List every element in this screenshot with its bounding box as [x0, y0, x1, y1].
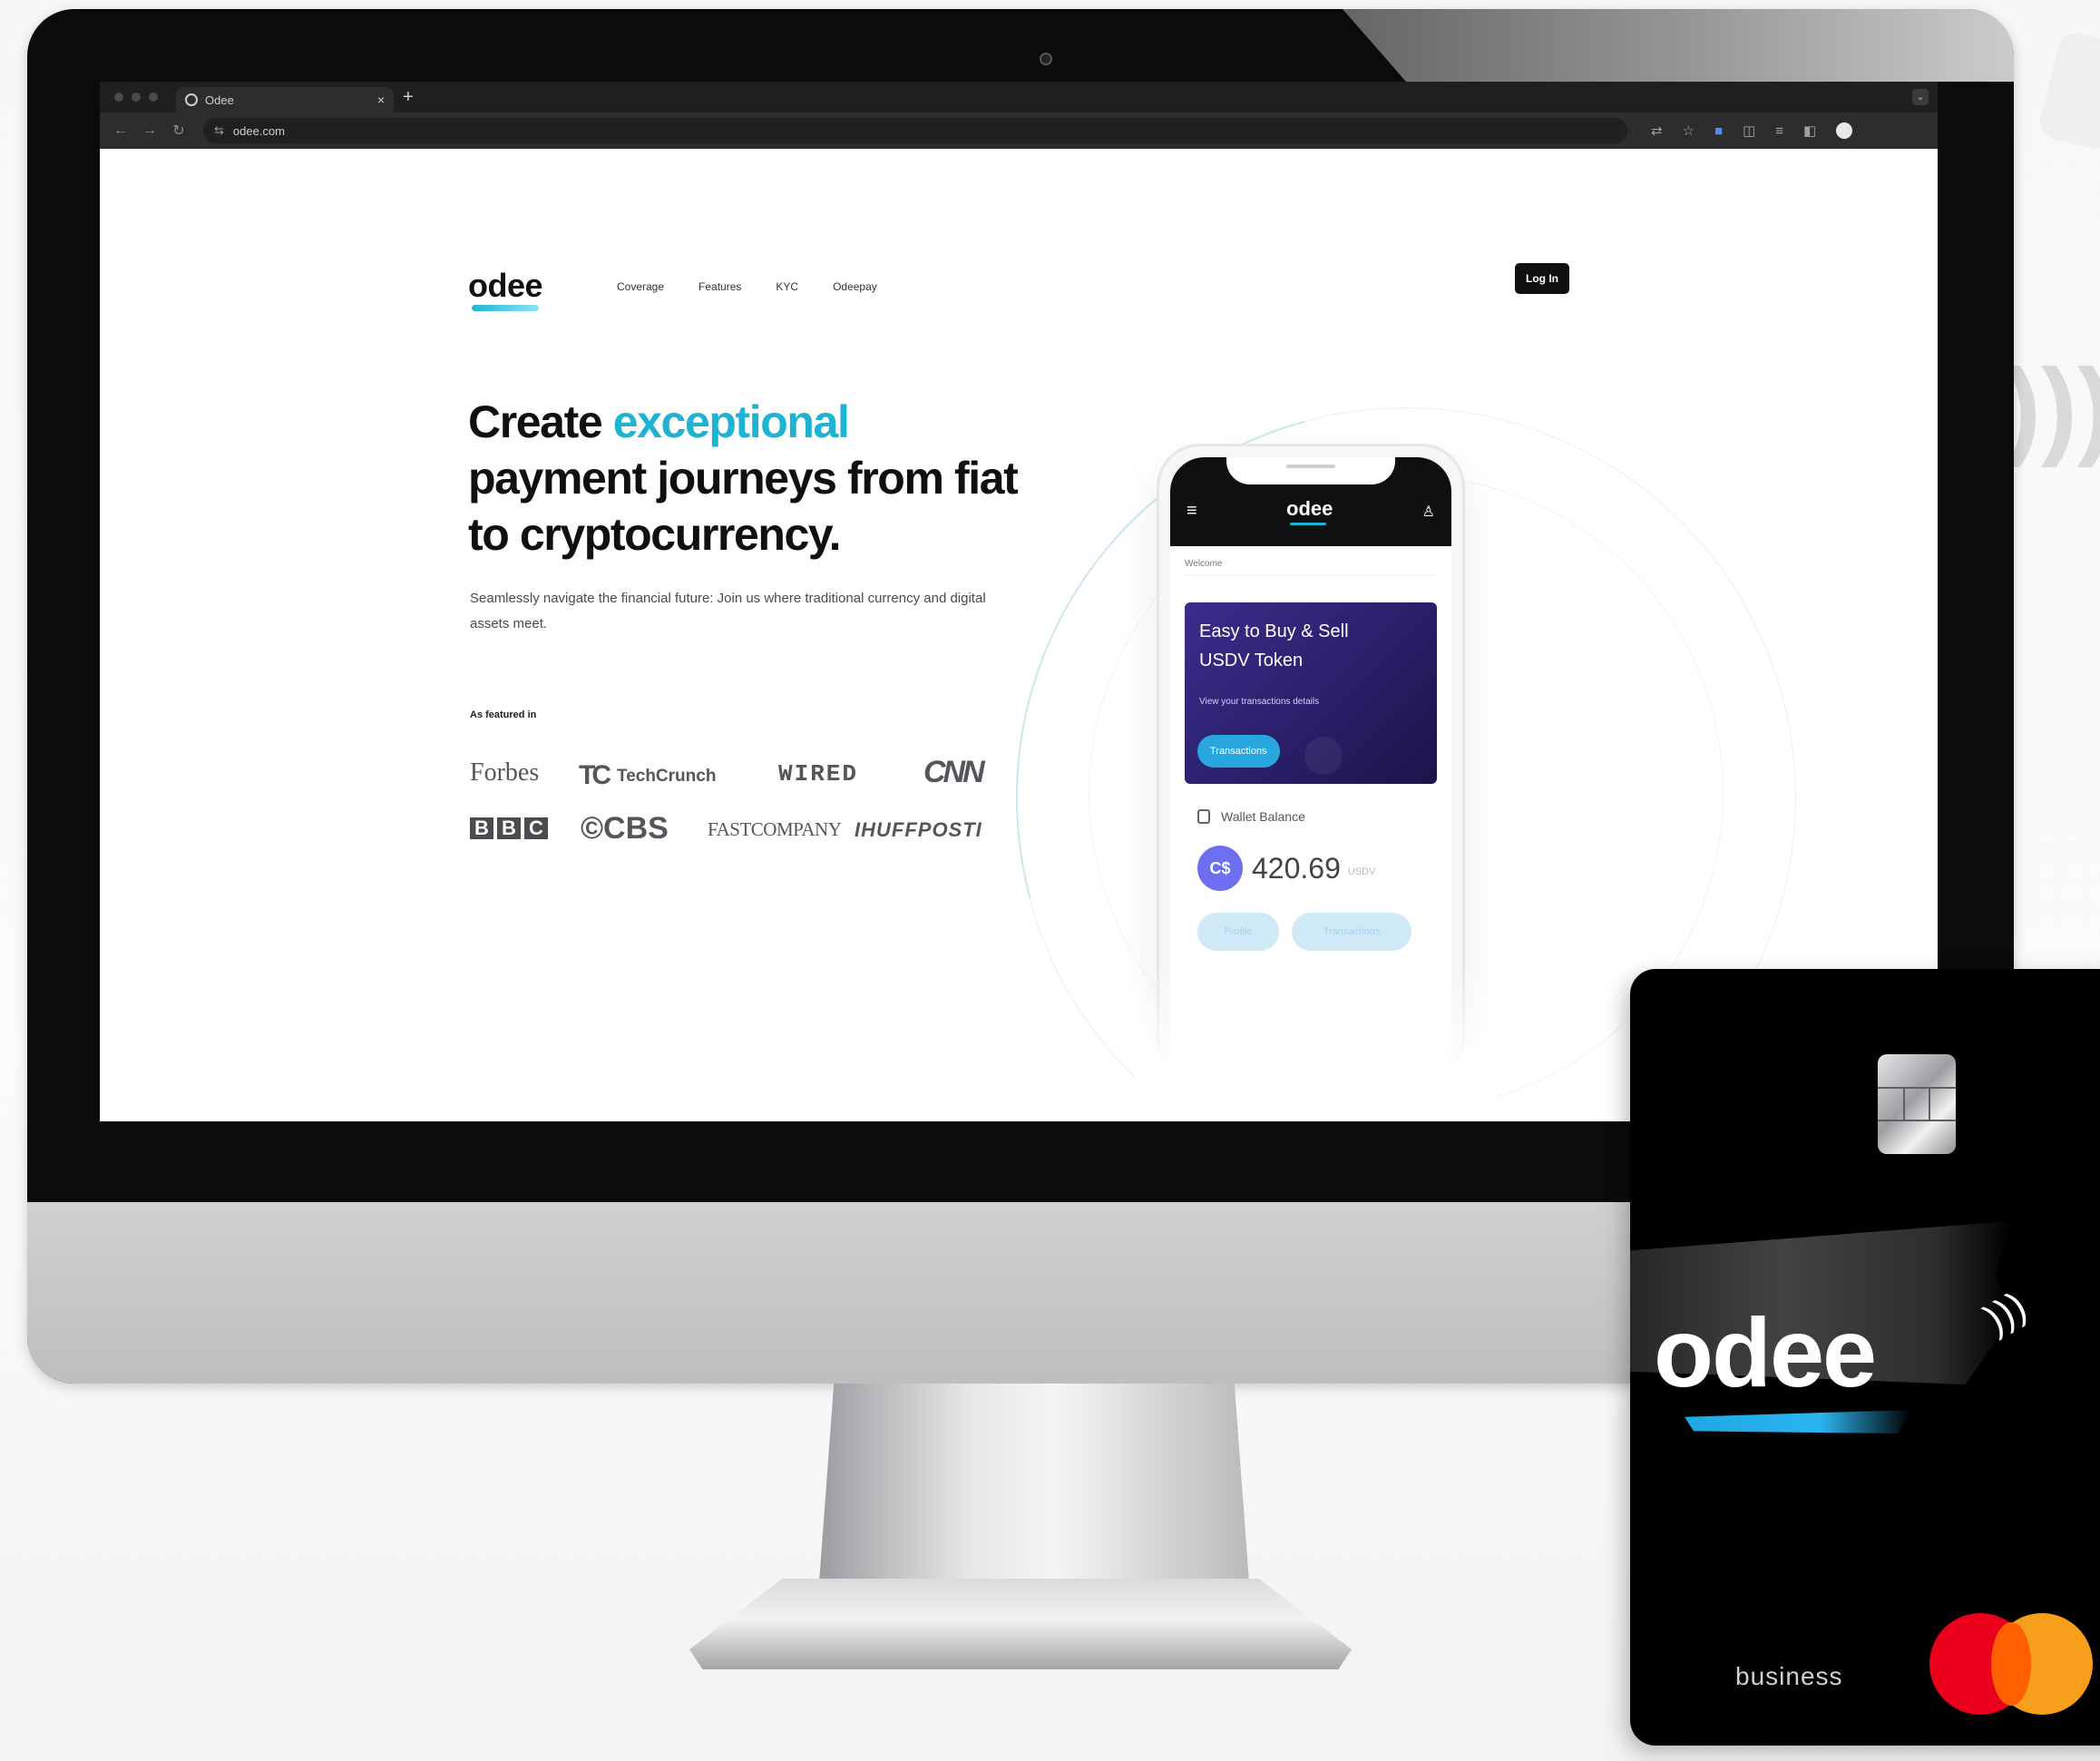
bookmark-star-icon[interactable]: ☆ — [1683, 122, 1695, 139]
camera — [1040, 53, 1052, 65]
imac-stand-base — [689, 1579, 1352, 1669]
tab-title: Odee — [205, 93, 234, 107]
phone-speaker — [1286, 465, 1335, 468]
cbs-logo: ©CBS — [581, 811, 669, 846]
featured-label: As featured in — [470, 709, 537, 720]
address-bar[interactable]: ⇆ odee.com — [203, 118, 1627, 143]
wallet-icon — [1197, 809, 1210, 824]
techcrunch-wordmark: TechCrunch — [617, 767, 717, 786]
bbc-letter: B — [497, 817, 521, 839]
minimize-window-dot[interactable] — [132, 93, 141, 102]
screen-glare — [1343, 9, 2014, 82]
window-controls — [114, 93, 158, 102]
balance-amount: 420.69 — [1252, 851, 1341, 885]
logo-swoosh — [472, 305, 539, 311]
reload-icon[interactable]: ↻ — [171, 122, 187, 140]
chip-line — [1929, 1087, 1930, 1121]
forward-arrow-icon[interactable]: → — [142, 122, 158, 139]
browser-tab[interactable]: Odee × — [176, 87, 394, 113]
reading-list-icon[interactable]: ≡ — [1775, 123, 1783, 139]
browser-window: Odee × + ⌄ ← → ↻ ⇆ odee.com ⇄ ☆ ■ ◫ ≡ ◧ … — [100, 82, 1938, 1121]
transactions-button[interactable]: Transactions — [1292, 913, 1411, 951]
close-window-dot[interactable] — [114, 93, 123, 102]
phone-logo: odee — [1286, 497, 1333, 520]
techcrunch-mark: TC — [579, 760, 611, 790]
promo-title-line2: USDV Token — [1199, 651, 1304, 670]
phone-notch — [1226, 457, 1395, 484]
tab-search-icon[interactable]: ⌄ — [1912, 89, 1929, 105]
chip-line — [1878, 1120, 1956, 1121]
hero-title-accent: exceptional — [612, 396, 850, 447]
promo-title: Easy to Buy & Sell USDV Token — [1199, 617, 1349, 675]
toolbar-icons: ⇄ ☆ ■ ◫ ≡ ◧ — [1651, 122, 1853, 139]
cnn-logo: CNN — [923, 755, 985, 789]
profile-button[interactable]: Profile — [1197, 913, 1279, 951]
nav-odeepay[interactable]: Odeepay — [833, 280, 877, 293]
hero-title: Create exceptional payment journeys from… — [468, 394, 1030, 563]
bbc-logo: B B C — [470, 817, 548, 839]
extension-icon[interactable]: ■ — [1714, 123, 1723, 139]
payment-card: odee ))) business — [1630, 969, 2100, 1746]
balance-unit: USDV — [1347, 866, 1376, 877]
decorative-shape — [2036, 29, 2100, 152]
back-arrow-icon[interactable]: ← — [112, 122, 129, 139]
hero-title-part1: Create — [468, 396, 613, 447]
huffpost-logo: IHUFFPOSTI — [855, 818, 982, 841]
nav-kyc[interactable]: KYC — [776, 280, 798, 293]
phone-header: ≡ odee ♙ — [1170, 457, 1451, 546]
hamburger-menu-icon[interactable]: ≡ — [1187, 501, 1197, 522]
divider — [1185, 575, 1437, 576]
login-button[interactable]: Log In — [1515, 263, 1569, 294]
promo-card: Easy to Buy & Sell USDV Token View your … — [1185, 602, 1437, 784]
hero-subtitle: Seamlessly navigate the financial future… — [470, 591, 986, 631]
maximize-window-dot[interactable] — [149, 93, 158, 102]
url-text: odee.com — [232, 123, 285, 138]
nav-features[interactable]: Features — [698, 280, 741, 293]
globe-icon — [185, 93, 198, 106]
wired-logo: WIRED — [778, 760, 859, 788]
bbc-letter: C — [524, 817, 548, 839]
card-logo: odee — [1654, 1297, 1877, 1407]
contactless-watermark-icon: ))) — [2005, 347, 2100, 468]
hero-title-part2: payment journeys from fiat to cryptocurr… — [468, 453, 1019, 560]
close-tab-icon[interactable]: × — [377, 93, 385, 107]
chip-line — [1878, 1087, 1956, 1089]
fastcompany-logo: FASTCOMPANY — [708, 818, 842, 840]
card-brush-stroke — [1685, 1410, 1911, 1433]
site-logo[interactable]: odee — [468, 267, 543, 305]
nav-coverage[interactable]: Coverage — [617, 280, 664, 293]
coin-icon: C$ — [1197, 846, 1243, 891]
phone-logo-swoosh — [1290, 523, 1326, 525]
extensions-puzzle-icon[interactable]: ◫ — [1743, 122, 1755, 139]
new-tab-button[interactable]: + — [403, 87, 414, 108]
phone-fade-overlay — [1134, 965, 1497, 1121]
translate-icon[interactable]: ⇄ — [1651, 122, 1663, 139]
chip-line — [1903, 1087, 1905, 1121]
techcrunch-logo: TC TechCrunch — [579, 760, 716, 791]
browser-toolbar: ← → ↻ ⇆ odee.com ⇄ ☆ ■ ◫ ≡ ◧ — [100, 113, 1938, 149]
forbes-logo: Forbes — [470, 758, 540, 787]
wallet-balance-row: Wallet Balance — [1197, 809, 1305, 824]
balance-row: C$ 420.69 USDV — [1197, 846, 1375, 891]
promo-title-line1: Easy to Buy & Sell — [1199, 621, 1349, 641]
site-info-icon[interactable]: ⇆ — [214, 123, 224, 138]
side-panel-icon[interactable]: ◧ — [1803, 122, 1816, 139]
welcome-text: Welcome — [1185, 559, 1223, 569]
user-icon[interactable]: ♙ — [1422, 503, 1435, 521]
site-nav: Coverage Features KYC Odeepay — [617, 280, 877, 293]
promo-subtitle: View your transactions details — [1199, 697, 1320, 707]
wallet-label: Wallet Balance — [1221, 809, 1305, 824]
card-chip — [1878, 1054, 1956, 1154]
decorative-circle — [1304, 737, 1343, 775]
tab-bar: Odee × + ⌄ — [100, 82, 1938, 113]
promo-transactions-button[interactable]: Transactions — [1197, 735, 1280, 768]
profile-avatar-icon[interactable] — [1836, 122, 1853, 139]
card-tier-label: business — [1735, 1662, 1843, 1690]
bbc-letter: B — [470, 817, 493, 839]
mastercard-logo-overlap — [1991, 1622, 2031, 1706]
